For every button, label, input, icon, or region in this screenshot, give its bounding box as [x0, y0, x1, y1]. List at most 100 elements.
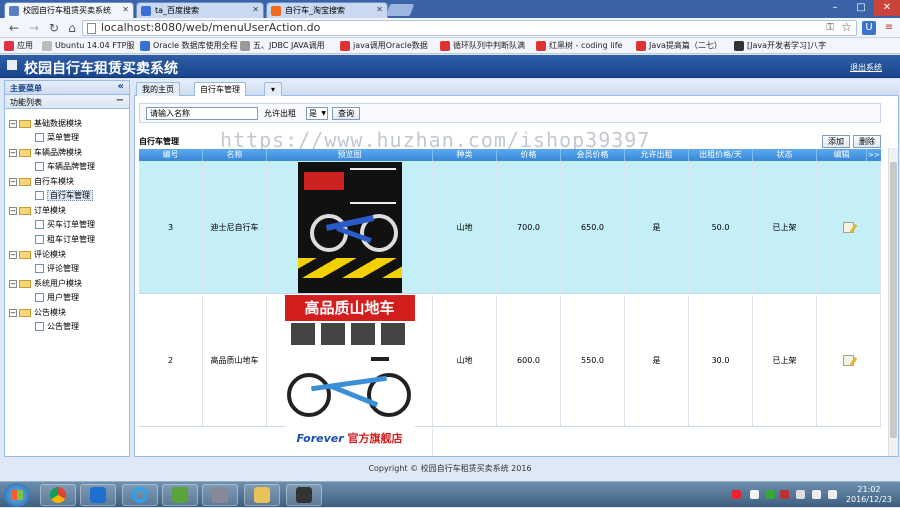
- browser-tab-2[interactable]: ta_百度搜索 ✕: [136, 2, 264, 18]
- more-columns-icon[interactable]: >>: [867, 149, 881, 161]
- clock[interactable]: 21:02 2016/12/23: [846, 485, 892, 505]
- name-search-input[interactable]: 请输入名称: [146, 107, 258, 120]
- taobao-icon: [271, 6, 281, 16]
- extension-icon[interactable]: U: [862, 21, 876, 35]
- forward-icon[interactable]: →: [26, 20, 42, 36]
- tree-group-users[interactable]: − 系统用户模块: [9, 277, 82, 291]
- tree-item-label: 租车订单管理: [47, 235, 95, 244]
- page-icon: [240, 41, 250, 51]
- minimize-button[interactable]: –: [822, 0, 848, 16]
- bookmark-apps[interactable]: 应用: [4, 40, 33, 52]
- tree-group-bike[interactable]: − 自行车模块: [9, 175, 74, 189]
- tree-group-brand[interactable]: − 车辆品牌模块: [9, 146, 82, 160]
- tree-group-comment[interactable]: − 评论模块: [9, 248, 66, 262]
- tree-item-menu[interactable]: 菜单管理: [35, 131, 79, 145]
- maximize-button[interactable]: □: [848, 0, 874, 16]
- tree-group-label: 自行车模块: [34, 177, 74, 186]
- col-status[interactable]: 状态: [753, 149, 817, 161]
- add-button[interactable]: 添加: [822, 135, 850, 148]
- star-icon[interactable]: ☆: [841, 20, 852, 34]
- tree-item-rent-order[interactable]: 租车订单管理: [35, 233, 95, 247]
- reload-icon[interactable]: ↻: [46, 20, 62, 36]
- tray-icon[interactable]: [750, 490, 759, 499]
- tab-home[interactable]: 我的主页: [136, 82, 180, 96]
- collapse-toggle-icon[interactable]: −: [9, 206, 17, 215]
- taskbar-chrome[interactable]: [40, 484, 76, 506]
- volume-icon[interactable]: [828, 490, 837, 499]
- tree-group-basic[interactable]: − 基础数据模块: [9, 117, 82, 131]
- search-button[interactable]: 查询: [332, 107, 360, 120]
- scroll-thumb[interactable]: [890, 162, 897, 438]
- table-row[interactable]: Forever 官方旗舰店: [139, 428, 881, 456]
- tray-icon[interactable]: [766, 490, 775, 499]
- key-icon[interactable]: ⚿: [826, 21, 834, 35]
- close-tab-icon[interactable]: ✕: [122, 5, 129, 14]
- folder-icon: [254, 487, 270, 503]
- bookmark-oracle[interactable]: Oracle 数据库使用全程: [140, 40, 238, 52]
- tree-item-label: 买车订单管理: [47, 220, 95, 229]
- collapse-toggle-icon[interactable]: −: [9, 119, 17, 128]
- cell-name: 迪士尼自行车: [203, 161, 267, 293]
- tree-group-order[interactable]: − 订单模块: [9, 204, 66, 218]
- tab-bike-management[interactable]: 自行车管理: [194, 82, 246, 96]
- tree-item-comment[interactable]: 评论管理: [35, 262, 79, 276]
- bookmark-jdbc[interactable]: 五、JDBC JAVA调用: [240, 40, 325, 52]
- edit-icon[interactable]: [843, 221, 854, 233]
- collapse-toggle-icon[interactable]: −: [9, 308, 17, 317]
- col-rent-price[interactable]: 出租价格/天: [689, 149, 753, 161]
- bookmark-ubuntu[interactable]: Ubuntu 14.04 FTP服: [42, 40, 134, 52]
- bookmark-java27[interactable]: Java提高篇（二七）: [636, 40, 722, 52]
- tree-item-buy-order[interactable]: 买车订单管理: [35, 218, 95, 232]
- col-edit[interactable]: 编辑: [817, 149, 867, 161]
- exit-link[interactable]: 退出系统: [850, 62, 882, 73]
- bookmark-queue[interactable]: 循环队列中判断队满: [440, 40, 525, 52]
- collapse-toggle-icon[interactable]: −: [9, 279, 17, 288]
- browser-tab-3[interactable]: 自行车_淘宝搜索 ✕: [266, 2, 388, 18]
- home-icon[interactable]: ⌂: [64, 20, 80, 36]
- minus-icon[interactable]: −: [116, 95, 124, 106]
- tray-icon[interactable]: [780, 490, 789, 499]
- tray-icon[interactable]: [796, 490, 805, 499]
- table-row[interactable]: 3 迪士尼自行车 山地 700.0 650.0 是 50.0 已上架: [139, 161, 881, 294]
- start-button[interactable]: [4, 483, 30, 507]
- collapse-icon[interactable]: «: [118, 81, 124, 92]
- taskbar-intellij[interactable]: [80, 484, 116, 506]
- close-tab-icon[interactable]: ✕: [252, 5, 259, 14]
- sogou-icon[interactable]: [732, 490, 741, 499]
- taskbar-app7[interactable]: [286, 484, 322, 506]
- collapse-toggle-icon[interactable]: −: [9, 148, 17, 157]
- tree-item-brand[interactable]: 车辆品牌管理: [35, 160, 95, 174]
- taskbar-app4[interactable]: [162, 484, 198, 506]
- network-icon[interactable]: [812, 490, 821, 499]
- tree-item-users[interactable]: 用户管理: [35, 291, 79, 305]
- url-input[interactable]: localhost:8080/web/menuUserAction.do ⚿ ☆: [82, 20, 857, 36]
- taskbar-explorer[interactable]: [244, 484, 280, 506]
- taskbar-app5[interactable]: [202, 484, 238, 506]
- close-tab-icon[interactable]: ✕: [376, 5, 383, 14]
- back-icon[interactable]: ←: [6, 20, 22, 36]
- rent-filter-select[interactable]: 是 ▼: [306, 107, 328, 120]
- tree-item-notice[interactable]: 公告管理: [35, 320, 79, 334]
- vertical-scrollbar[interactable]: [888, 148, 898, 456]
- bookmark-java-dev[interactable]: [Java开发者学习]八字: [734, 40, 826, 52]
- bookmark-java-oracle[interactable]: java调用Oracle数据: [340, 40, 428, 52]
- col-id[interactable]: 编号: [139, 149, 203, 161]
- menu-icon[interactable]: ≡: [882, 21, 896, 35]
- delete-button[interactable]: 删除: [853, 135, 881, 148]
- taskbar-app3[interactable]: [122, 484, 158, 506]
- collapse-toggle-icon[interactable]: −: [9, 177, 17, 186]
- collapse-toggle-icon[interactable]: −: [9, 250, 17, 259]
- product-text-graphic: [349, 167, 396, 204]
- cell-price: 700.0: [497, 161, 561, 293]
- table-row[interactable]: 2 高品质山地车 高品质山地车 山地 600.0 550.0 是 30.0 已上…: [139, 294, 881, 427]
- edit-icon[interactable]: [843, 355, 854, 366]
- tab-dropdown[interactable]: ▾: [264, 82, 282, 96]
- close-window-button[interactable]: ✕: [874, 0, 900, 16]
- tree-group-notice[interactable]: − 公告模块: [9, 306, 66, 320]
- tool-app-icon: [212, 487, 228, 503]
- browser-tab-1[interactable]: 校园自行车租赁买卖系统 ✕: [4, 2, 134, 18]
- page-icon: [35, 235, 44, 244]
- tree-item-bike[interactable]: 自行车管理: [35, 189, 93, 203]
- new-tab-button[interactable]: [385, 4, 415, 16]
- bookmark-rbtree[interactable]: 红黑树 - coding life: [536, 40, 622, 52]
